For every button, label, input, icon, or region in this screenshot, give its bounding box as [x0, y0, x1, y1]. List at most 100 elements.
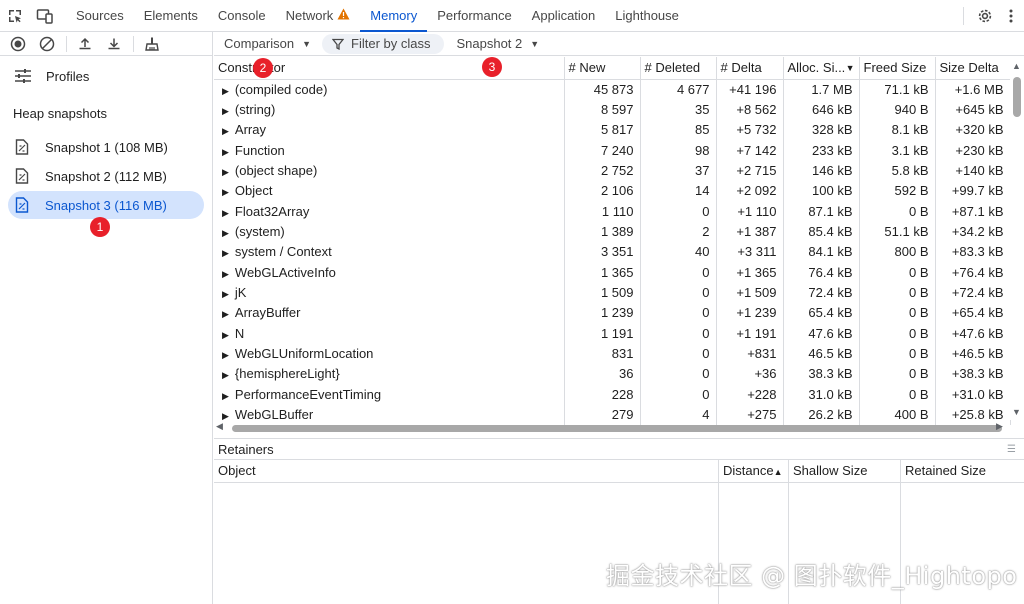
tab-label: Elements [143, 8, 198, 23]
snapshot-item-3[interactable]: Snapshot 3 (116 MB) [8, 191, 204, 219]
tab-elements[interactable]: Elements [134, 0, 208, 32]
table-row[interactable]: ▶ ArrayBuffer 1 239 0 +1 239 65.4 kB 0 B +65.4 … [214, 302, 1011, 323]
scroll-right-icon[interactable]: ▶ [996, 421, 1003, 432]
value-cell: 0 B [859, 363, 936, 384]
expand-triangle-icon[interactable]: ▶ [222, 208, 229, 218]
table-row[interactable]: ▶ N 1 191 0 +1 191 47.6 kB 0 B +47.6 kB [214, 322, 1011, 344]
col-alloc-size[interactable]: Alloc. Si... ▼ [783, 57, 860, 80]
expand-triangle-icon[interactable]: ▶ [222, 411, 229, 421]
value-cell: 47.6 kB [783, 322, 860, 344]
value-cell: 4 677 [640, 79, 717, 100]
profiles-sidebar: Profiles Heap snapshots Snapshot 1 (108 … [0, 32, 213, 604]
class-filter-input[interactable]: Filter by class [322, 33, 445, 54]
expand-triangle-icon[interactable]: ▶ [222, 248, 229, 258]
expand-triangle-icon[interactable]: ▶ [222, 370, 229, 380]
load-profile-icon[interactable] [73, 32, 97, 56]
value-cell: +34.2 kB [935, 221, 1011, 242]
value-cell: 38.3 kB [783, 363, 860, 384]
table-row[interactable]: ▶ jK 1 509 0 +1 509 72.4 kB 0 B +72.4 kB [214, 282, 1011, 303]
col-deleted[interactable]: # Deleted [640, 57, 717, 80]
settings-gear-icon[interactable] [972, 0, 998, 32]
scroll-thumb[interactable] [232, 425, 1002, 432]
scroll-down-icon[interactable]: ▼ [1012, 407, 1021, 417]
expand-triangle-icon[interactable]: ▶ [222, 86, 229, 96]
expand-triangle-icon[interactable]: ▶ [222, 106, 229, 116]
tab-application[interactable]: Application [522, 0, 606, 32]
table-row[interactable]: ▶ WebGLUniformLocation 831 0 +831 46.5 kB 0 B +… [214, 343, 1011, 364]
table-row[interactable]: ▶ Float32Array 1 110 0 +1 110 87.1 kB 0 B +87.1… [214, 200, 1011, 222]
scroll-up-icon[interactable]: ▲ [1012, 61, 1021, 71]
constructor-name: WebGLActiveInfo [234, 264, 336, 280]
value-cell: 0 B [859, 282, 936, 303]
table-row[interactable]: ▶ Array 5 817 85 +5 732 328 kB 8.1 kB +320 kB [214, 119, 1011, 140]
vertical-scrollbar[interactable]: ▲ ▼ [1010, 57, 1024, 420]
col-freed-size[interactable]: Freed Size [859, 57, 936, 80]
expand-triangle-icon[interactable]: ▶ [222, 309, 229, 319]
view-mode-select[interactable]: Comparison ▼ [214, 36, 311, 51]
tab-memory[interactable]: Memory [360, 0, 428, 32]
expand-triangle-icon[interactable]: ▶ [222, 167, 229, 177]
divider [66, 35, 67, 52]
expand-triangle-icon[interactable]: ▶ [222, 391, 229, 401]
inspect-element-icon[interactable] [0, 0, 30, 32]
tab-network[interactable]: Network [276, 0, 361, 32]
expand-triangle-icon[interactable]: ▶ [222, 269, 229, 279]
clear-icon[interactable] [35, 32, 59, 56]
retainers-col-object[interactable]: Object [214, 460, 719, 482]
expand-triangle-icon[interactable]: ▶ [222, 126, 229, 136]
col-delta[interactable]: # Delta [716, 57, 784, 80]
expand-triangle-icon[interactable]: ▶ [222, 228, 229, 238]
snapshot-file-icon [15, 168, 31, 184]
tab-label: Performance [437, 8, 512, 23]
table-row[interactable]: ▶ (object shape) 2 752 37 +2 715 146 kB 5.8 kB… [214, 160, 1011, 181]
constructor-name: (object shape) [234, 162, 318, 178]
value-cell: 646 kB [783, 99, 860, 120]
value-cell: 76.4 kB [783, 261, 860, 283]
retainers-col-distance[interactable]: Distance▲ [719, 460, 789, 482]
value-cell: +3 311 [716, 241, 784, 262]
snapshot-item-1[interactable]: Snapshot 1 (108 MB) [8, 133, 204, 161]
retainers-col-shallow-size[interactable]: Shallow Size [789, 460, 901, 482]
tab-sources[interactable]: Sources [66, 0, 134, 32]
constructor-name: Array [234, 122, 266, 138]
scroll-thumb[interactable] [1013, 77, 1021, 117]
retainers-col-retained-size[interactable]: Retained Size [901, 460, 1010, 482]
snapshot-item-2[interactable]: Snapshot 2 (112 MB) [8, 162, 204, 190]
value-cell: 1.7 MB [783, 79, 860, 100]
expand-triangle-icon[interactable]: ▶ [222, 147, 229, 157]
scroll-left-icon[interactable]: ◀ [216, 421, 223, 432]
tab-console[interactable]: Console [208, 0, 276, 32]
resize-grip-icon[interactable]: ☰ [1007, 444, 1016, 455]
device-toolbar-icon[interactable] [30, 0, 60, 32]
value-cell: +1 239 [716, 302, 784, 323]
table-row[interactable]: ▶ (compiled code) 45 873 4 677 +41 196 1.7 MB… [214, 79, 1011, 100]
save-profile-icon[interactable] [102, 32, 126, 56]
table-row[interactable]: ▶ {hemisphereLight} 36 0 +36 38.3 kB 0 B +38.3 … [214, 363, 1011, 384]
collect-garbage-icon[interactable] [140, 32, 164, 56]
col-new[interactable]: # New [564, 57, 641, 80]
col-size-delta[interactable]: Size Delta [935, 57, 1011, 80]
table-row[interactable]: ▶ WebGLActiveInfo 1 365 0 +1 365 76.4 kB 0 B +7… [214, 261, 1011, 283]
expand-triangle-icon[interactable]: ▶ [222, 350, 229, 360]
value-cell: +230 kB [935, 139, 1011, 161]
profiles-header[interactable]: Profiles [0, 56, 212, 96]
value-cell: 40 [640, 241, 717, 262]
record-icon[interactable] [6, 32, 30, 56]
expand-triangle-icon[interactable]: ▶ [222, 330, 229, 340]
table-row[interactable]: ▶ PerformanceEventTiming 228 0 +228 31.0 kB 0 … [214, 383, 1011, 405]
value-cell: 1 365 [564, 261, 641, 283]
horizontal-scrollbar[interactable]: ◀ ▶ [214, 421, 1010, 435]
table-row[interactable]: ▶ Object 2 106 14 +2 092 100 kB 592 B +99.7 kB [214, 180, 1011, 201]
tab-lighthouse[interactable]: Lighthouse [605, 0, 689, 32]
expand-triangle-icon[interactable]: ▶ [222, 289, 229, 299]
base-snapshot-select[interactable]: Snapshot 2 ▼ [456, 36, 539, 51]
table-row[interactable]: ▶ system / Context 3 351 40 +3 311 84.1 kB 800… [214, 241, 1011, 262]
table-row[interactable]: ▶ (system) 1 389 2 +1 387 85.4 kB 51.1 kB +34.2… [214, 221, 1011, 242]
expand-triangle-icon[interactable]: ▶ [222, 187, 229, 197]
constructor-cell: ▶ N [214, 322, 565, 344]
table-row[interactable]: ▶ (string) 8 597 35 +8 562 646 kB 940 B +645 kB [214, 99, 1011, 120]
value-cell: 2 106 [564, 180, 641, 201]
more-options-icon[interactable] [998, 0, 1024, 32]
tab-performance[interactable]: Performance [427, 0, 521, 32]
table-row[interactable]: ▶ Function 7 240 98 +7 142 233 kB 3.1 kB +230 k… [214, 139, 1011, 161]
